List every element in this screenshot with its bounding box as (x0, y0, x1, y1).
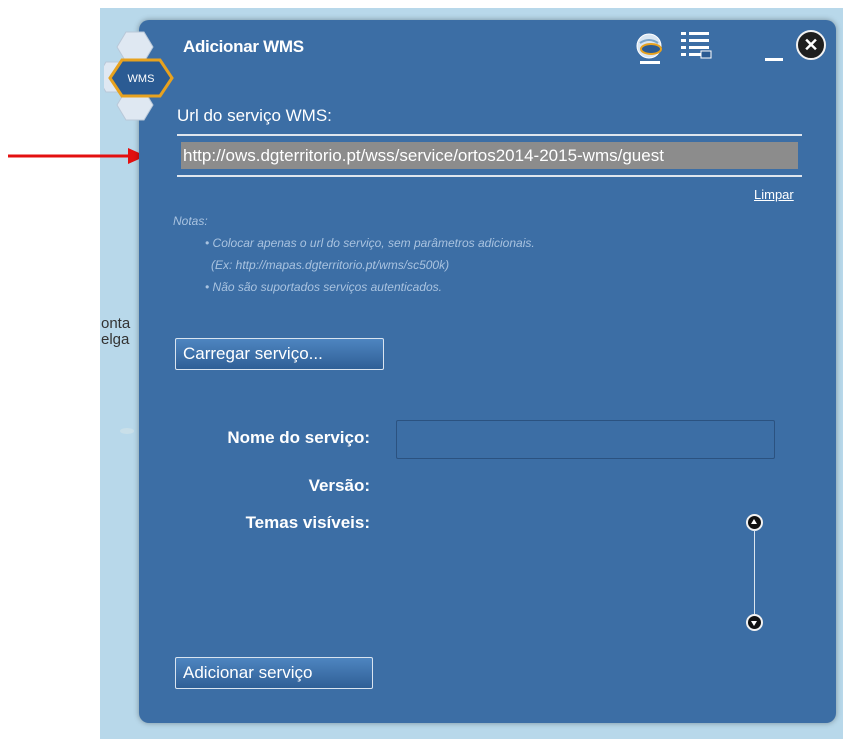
notes-heading: Notas: (173, 214, 208, 228)
url-field-frame: http://ows.dgterritorio.pt/wss/service/o… (177, 134, 802, 177)
service-name-input[interactable] (396, 420, 775, 459)
note-line: (Ex: http://mapas.dgterritorio.pt/wms/sc… (211, 258, 450, 272)
notes: Notas: • Colocar apenas o url do serviço… (173, 210, 535, 298)
clear-link[interactable]: Limpar (754, 187, 794, 202)
version-label: Versão: (308, 476, 370, 495)
visible-themes-label: Temas visíveis: (245, 513, 370, 532)
scroll-up-icon[interactable] (746, 514, 763, 531)
minimize-icon[interactable] (765, 58, 783, 61)
close-icon[interactable]: ✕ (796, 30, 826, 60)
scroll-down-icon[interactable] (746, 614, 763, 631)
wms-logo-icon: WMS (104, 31, 174, 121)
wms-badge-text: WMS (128, 73, 155, 85)
note-line: • Colocar apenas o url do serviço, sem p… (205, 236, 535, 250)
layer-list-icon[interactable] (679, 30, 715, 64)
wms-globe-icon[interactable] (634, 31, 668, 65)
map-label-2: elga (101, 331, 130, 348)
service-name-label: Nome do serviço: (227, 428, 370, 447)
dialog-title: Adicionar WMS (183, 37, 304, 56)
map-islet (120, 428, 134, 434)
note-line: • Não são suportados serviços autenticad… (205, 280, 442, 294)
url-label: Url do serviço WMS: (177, 106, 332, 125)
map-label-1: onta (101, 315, 131, 332)
themes-scrollbar[interactable] (754, 530, 755, 614)
add-service-button[interactable]: Adicionar serviço (175, 657, 373, 689)
load-service-button[interactable]: Carregar serviço... (175, 338, 384, 370)
url-input[interactable]: http://ows.dgterritorio.pt/wss/service/o… (181, 142, 798, 169)
annotation-arrow (8, 148, 146, 164)
